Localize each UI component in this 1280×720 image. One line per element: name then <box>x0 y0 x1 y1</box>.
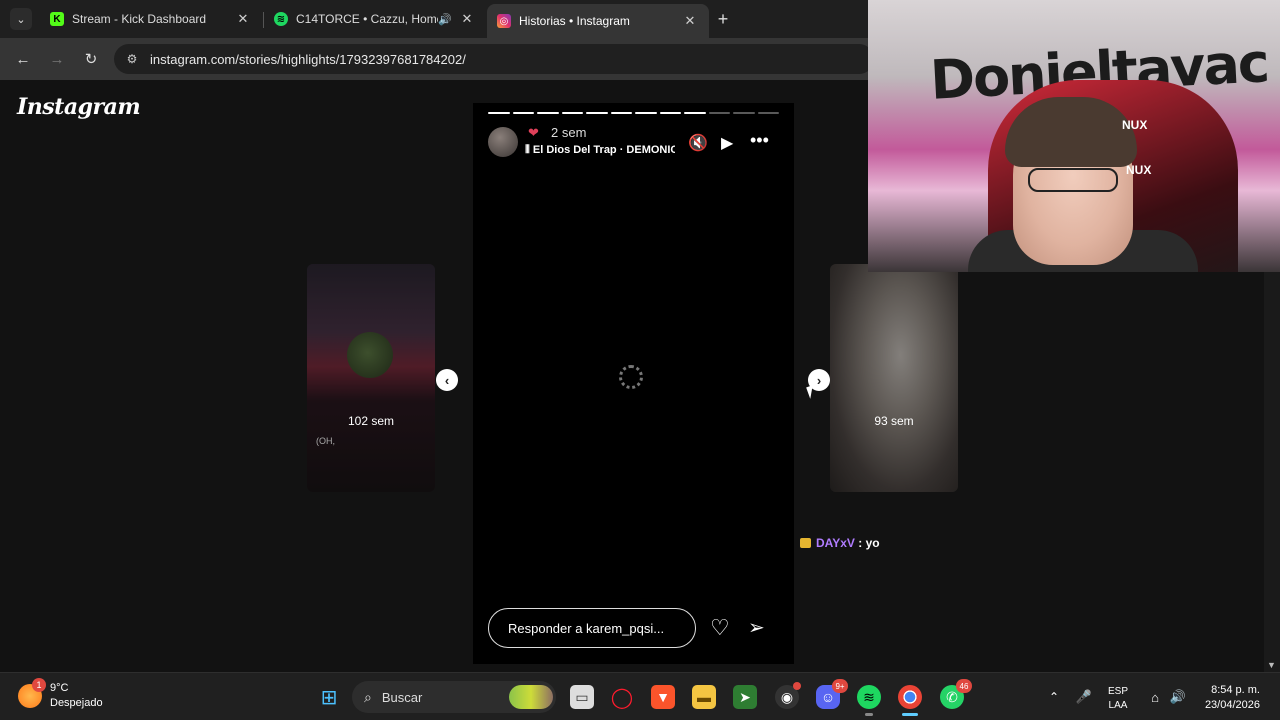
story-time: 93 sem <box>874 414 914 428</box>
close-tab-icon[interactable]: ✕ <box>681 13 699 29</box>
streamer-glasses <box>1028 168 1118 192</box>
story-time: 2 sem <box>551 125 587 140</box>
search-highlight-image <box>509 685 553 709</box>
tab-spotify[interactable]: ≋ C14TORCE • Cazzu, Homer El Mero Mero 🔊… <box>264 4 486 34</box>
discord-icon[interactable]: ☺ 9+ <box>816 679 848 709</box>
tab-instagram[interactable]: ◎ Historias • Instagram ✕ <box>487 4 709 38</box>
story-header: ❤ 2 sem ⦀ El Dios Del Trap · DEMONIO 🔇 ▶… <box>488 125 779 161</box>
weather-widget[interactable]: 1 9°C Despejado <box>18 678 103 711</box>
story-caption: (OH, <box>316 436 335 446</box>
scroll-down-icon[interactable]: ▼ <box>1267 660 1276 670</box>
close-tab-icon[interactable]: ✕ <box>458 11 476 27</box>
weather-badge: 1 <box>32 678 46 692</box>
previous-story-button[interactable]: ‹ <box>436 369 458 391</box>
search-icon: ⌕ <box>364 688 372 705</box>
close-tab-icon[interactable]: ✕ <box>234 11 252 27</box>
chat-badge-icon <box>800 538 811 548</box>
story-progress-bar <box>488 112 779 114</box>
browser-toolbar: ← → ↻ ⚙ instagram.com/stories/highlights… <box>0 38 874 80</box>
site-settings-icon[interactable]: ⚙ <box>124 51 140 67</box>
story-time: 102 sem <box>347 414 395 428</box>
next-story-preview[interactable]: 93 sem <box>830 264 958 492</box>
chat-text: : yo <box>858 536 880 550</box>
forward-icon[interactable]: → <box>46 48 68 70</box>
avatar[interactable] <box>488 127 518 157</box>
send-icon[interactable]: ➢ <box>748 615 765 640</box>
system-clock[interactable]: 8:54 p. m. 23/04/2026 <box>1200 683 1260 713</box>
new-tab-button[interactable]: + <box>712 8 734 30</box>
back-icon[interactable]: ← <box>12 48 34 70</box>
opera-icon[interactable]: ◯ <box>610 685 634 709</box>
story-viewer[interactable]: ❤ 2 sem ⦀ El Dios Del Trap · DEMONIO 🔇 ▶… <box>473 103 794 664</box>
windows-start-icon[interactable]: ⊞ <box>317 685 341 709</box>
loading-spinner <box>619 365 643 389</box>
spotify-icon[interactable]: ≋ <box>857 685 881 716</box>
microphone-icon[interactable]: 🎤 <box>1072 685 1096 709</box>
weather-sun-icon: 1 <box>18 678 46 708</box>
chat-username: DAYxV <box>816 536 855 550</box>
preview-overlay <box>830 264 958 492</box>
spotify-icon: ≋ <box>274 12 288 26</box>
tab-search-button[interactable]: ⌄ <box>10 8 32 30</box>
weather-temperature: 9°C <box>50 682 69 694</box>
page-scrollbar[interactable]: ▼ <box>1264 272 1280 672</box>
weather-description: Despejado <box>50 697 103 709</box>
instagram-logo[interactable]: Instagram <box>17 94 141 120</box>
heart-emoji-icon: ❤ <box>528 125 539 140</box>
file-explorer-icon[interactable]: ▬ <box>692 685 716 709</box>
chair-logo: NUX <box>1122 118 1148 132</box>
tab-kick-dashboard[interactable]: K Stream - Kick Dashboard ✕ <box>40 4 262 34</box>
brave-icon[interactable]: ▼ <box>651 685 675 709</box>
play-icon[interactable]: ▶ <box>721 133 733 153</box>
obs-icon[interactable]: ◉ <box>775 682 801 709</box>
task-view-icon[interactable]: ▭ <box>570 685 594 709</box>
app-icon[interactable]: ➤ <box>733 685 757 709</box>
address-bar[interactable]: ⚙ instagram.com/stories/highlights/17932… <box>114 44 874 74</box>
network-icon[interactable]: ⌂ <box>1143 685 1167 709</box>
reply-input[interactable]: Responder a karem_pqsi... <box>488 608 696 648</box>
story-music[interactable]: ⦀ El Dios Del Trap · DEMONIO <box>525 144 675 157</box>
browser-tab-strip: ⌄ K Stream - Kick Dashboard ✕ ≋ C14TORCE… <box>0 0 868 38</box>
chair-logo: NUX <box>1126 163 1152 177</box>
more-options-icon[interactable]: ••• <box>750 130 769 151</box>
stream-chat-message: DAYxV : yo <box>800 536 880 550</box>
taskbar-search[interactable]: ⌕ Buscar <box>352 681 556 713</box>
like-heart-icon[interactable]: ♡ <box>710 615 730 641</box>
chrome-icon[interactable] <box>898 685 922 716</box>
instagram-icon: ◎ <box>497 14 511 28</box>
preview-overlay <box>307 264 435 492</box>
reload-icon[interactable]: ↻ <box>80 48 102 70</box>
volume-icon[interactable]: 🔊 <box>1166 685 1190 709</box>
music-bars-icon: ⦀ <box>525 144 533 156</box>
speaker-icon[interactable]: 🔊 <box>438 13 452 26</box>
show-hidden-icons[interactable]: ⌃ <box>1042 685 1066 709</box>
kick-icon: K <box>50 12 64 26</box>
whatsapp-icon[interactable]: ✆ 46 <box>940 679 972 709</box>
mute-icon[interactable]: 🔇 <box>688 133 708 153</box>
windows-taskbar: 1 9°C Despejado ⊞ ⌕ Buscar ▭ ◯ ▼ ▬ ➤ ◉ ☺… <box>0 672 1280 720</box>
webcam-overlay: Donieltavac NUX NUX <box>868 0 1280 272</box>
input-language[interactable]: ESP LAA <box>1108 685 1128 713</box>
previous-story-preview[interactable]: 102 sem (OH, <box>307 264 435 492</box>
